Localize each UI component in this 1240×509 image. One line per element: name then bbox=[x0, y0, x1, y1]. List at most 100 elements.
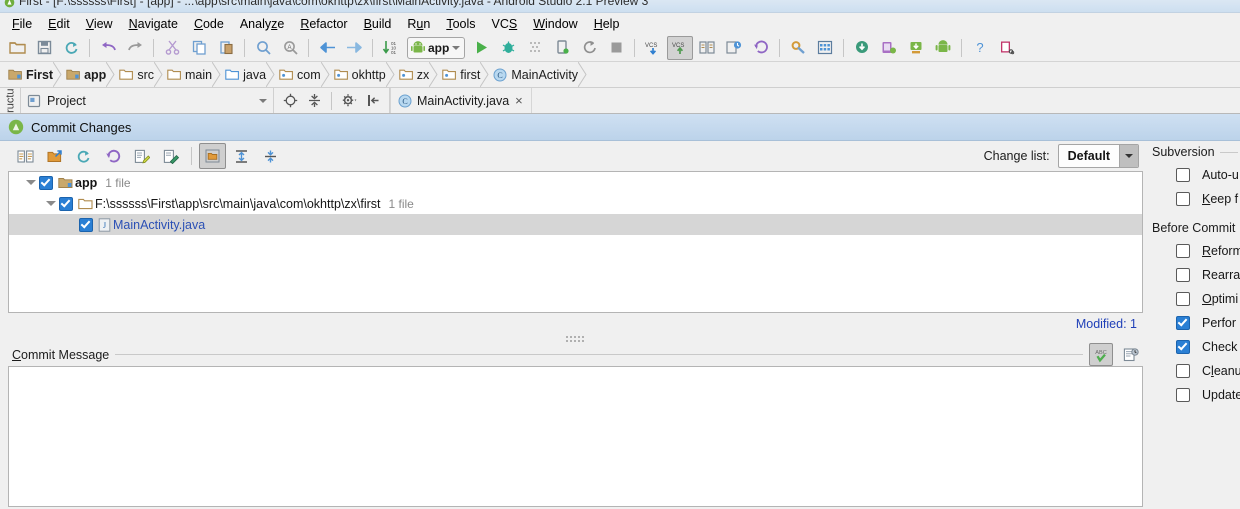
refresh-icon[interactable] bbox=[70, 143, 97, 169]
menu-help[interactable]: Help bbox=[586, 15, 628, 33]
option-checkbox[interactable] bbox=[1176, 364, 1190, 378]
breadcrumb-item-main[interactable]: main bbox=[163, 62, 221, 87]
message-history-icon[interactable] bbox=[1119, 343, 1143, 366]
collapse-all-icon[interactable] bbox=[257, 143, 284, 169]
undo-icon[interactable] bbox=[95, 36, 121, 60]
redo-icon[interactable] bbox=[122, 36, 148, 60]
chevron-down-icon[interactable] bbox=[1119, 145, 1138, 167]
menu-navigate[interactable]: Navigate bbox=[121, 15, 186, 33]
rollback-icon[interactable] bbox=[99, 143, 126, 169]
menu-code[interactable]: Code bbox=[186, 15, 232, 33]
open-folder-icon[interactable] bbox=[4, 36, 30, 60]
breadcrumb-item-mainactivity[interactable]: C MainActivity bbox=[489, 62, 587, 87]
option-optimize-imports[interactable]: Optimi bbox=[1148, 287, 1240, 311]
cut-icon[interactable] bbox=[159, 36, 185, 60]
menu-view[interactable]: View bbox=[78, 15, 121, 33]
commit-message-input[interactable] bbox=[9, 366, 1142, 506]
find-icon[interactable] bbox=[250, 36, 276, 60]
breadcrumb-item-zx[interactable]: zx bbox=[395, 62, 439, 87]
option-checkbox[interactable] bbox=[1176, 316, 1190, 330]
option-checkbox[interactable] bbox=[1176, 192, 1190, 206]
menu-tools[interactable]: Tools bbox=[438, 15, 483, 33]
vcs-update-icon[interactable]: VCS bbox=[640, 36, 666, 60]
expand-toggle[interactable] bbox=[23, 180, 39, 185]
paste-icon[interactable] bbox=[213, 36, 239, 60]
replace-icon[interactable]: A bbox=[277, 36, 303, 60]
android-monitor-icon[interactable] bbox=[930, 36, 956, 60]
breadcrumb-item-com[interactable]: com bbox=[275, 62, 330, 87]
option-perform-analysis[interactable]: Perfor bbox=[1148, 311, 1240, 335]
menu-build[interactable]: Build bbox=[356, 15, 400, 33]
settings-gear-icon[interactable] bbox=[338, 90, 360, 111]
save-all-icon[interactable] bbox=[31, 36, 57, 60]
breadcrumb-item-okhttp[interactable]: okhttp bbox=[330, 62, 395, 87]
option-rearrange-code[interactable]: Rearra bbox=[1148, 263, 1240, 287]
structure-tool-strip[interactable]: Structure bbox=[0, 88, 21, 113]
back-icon[interactable] bbox=[314, 36, 340, 60]
option-checkbox[interactable] bbox=[1176, 168, 1190, 182]
option-auto-update[interactable]: Auto-u bbox=[1148, 163, 1240, 187]
row-checkbox[interactable] bbox=[79, 217, 93, 232]
collapse-all-icon[interactable] bbox=[303, 90, 325, 111]
menu-refactor[interactable]: Refactor bbox=[292, 15, 355, 33]
menu-window[interactable]: Window bbox=[525, 15, 585, 33]
option-reformat-code[interactable]: Reform bbox=[1148, 239, 1240, 263]
chevron-down-icon[interactable] bbox=[259, 98, 267, 103]
editor-tab-mainactivity[interactable]: C MainActivity.java × bbox=[390, 88, 532, 113]
menu-file[interactable]: File bbox=[4, 15, 40, 33]
group-by-directory-icon[interactable] bbox=[199, 143, 226, 169]
option-checkbox[interactable] bbox=[1176, 340, 1190, 354]
rerun-icon[interactable] bbox=[576, 36, 602, 60]
option-check-todo[interactable]: Check bbox=[1148, 335, 1240, 359]
option-keep-files[interactable]: Keep f bbox=[1148, 187, 1240, 211]
vcs-commit-icon[interactable]: VCS bbox=[667, 35, 694, 60]
option-checkbox[interactable] bbox=[1176, 388, 1190, 402]
vcs-history-icon[interactable] bbox=[721, 36, 747, 60]
changed-files-tree[interactable]: app 1 file F:\ssssss\First\app\src\main\… bbox=[8, 171, 1143, 313]
settings-icon[interactable] bbox=[785, 36, 811, 60]
table-row[interactable]: F:\ssssss\First\app\src\main\java\com\ok… bbox=[9, 193, 1142, 214]
run-icon[interactable] bbox=[468, 36, 494, 60]
layout-inspector-icon[interactable] bbox=[994, 36, 1020, 60]
project-tool-window-header[interactable]: Project bbox=[21, 88, 274, 113]
edit-source-icon[interactable] bbox=[128, 143, 155, 169]
commit-message-box[interactable] bbox=[8, 365, 1143, 507]
expand-toggle[interactable] bbox=[43, 201, 59, 206]
sync-refresh-icon[interactable] bbox=[58, 36, 84, 60]
table-row[interactable]: app 1 file bbox=[9, 172, 1142, 193]
sort-numeric-icon[interactable]: 01 10 01 bbox=[378, 36, 404, 60]
vcs-compare-icon[interactable] bbox=[694, 36, 720, 60]
vcs-rollback-icon[interactable] bbox=[748, 36, 774, 60]
move-to-changelist-icon[interactable] bbox=[41, 143, 68, 169]
menu-run[interactable]: Run bbox=[399, 15, 438, 33]
help-icon[interactable]: ? bbox=[967, 36, 993, 60]
revert-icon[interactable] bbox=[157, 143, 184, 169]
stop-icon[interactable] bbox=[603, 36, 629, 60]
row-checkbox[interactable] bbox=[39, 175, 53, 190]
debug-icon[interactable] bbox=[495, 36, 521, 60]
expand-all-icon[interactable] bbox=[228, 143, 255, 169]
panel-splitter[interactable] bbox=[8, 335, 1143, 344]
option-checkbox[interactable] bbox=[1176, 244, 1190, 258]
menu-vcs[interactable]: VCS bbox=[484, 15, 526, 33]
copy-icon[interactable] bbox=[186, 36, 212, 60]
breadcrumb-item-first-pkg[interactable]: first bbox=[438, 62, 489, 87]
coverage-icon[interactable] bbox=[522, 36, 548, 60]
option-update-copyright[interactable]: Update bbox=[1148, 383, 1240, 407]
close-icon[interactable]: × bbox=[514, 94, 524, 107]
option-cleanup[interactable]: Cleanu bbox=[1148, 359, 1240, 383]
breadcrumb-item-src[interactable]: src bbox=[115, 62, 163, 87]
sdk-download-icon[interactable] bbox=[849, 36, 875, 60]
project-structure-icon[interactable] bbox=[812, 36, 838, 60]
avd-manager-icon[interactable] bbox=[876, 36, 902, 60]
run-configuration-selector[interactable]: app bbox=[407, 36, 466, 59]
sdk-manager-icon[interactable] bbox=[903, 36, 929, 60]
locate-icon[interactable] bbox=[279, 90, 301, 111]
option-checkbox[interactable] bbox=[1176, 268, 1190, 282]
change-list-select[interactable]: Default bbox=[1057, 144, 1139, 168]
attach-debugger-icon[interactable] bbox=[549, 36, 575, 60]
show-diff-icon[interactable] bbox=[12, 143, 39, 169]
table-row[interactable]: J MainActivity.java bbox=[9, 214, 1142, 235]
hide-panel-icon[interactable] bbox=[362, 90, 384, 111]
menu-edit[interactable]: Edit bbox=[40, 15, 78, 33]
